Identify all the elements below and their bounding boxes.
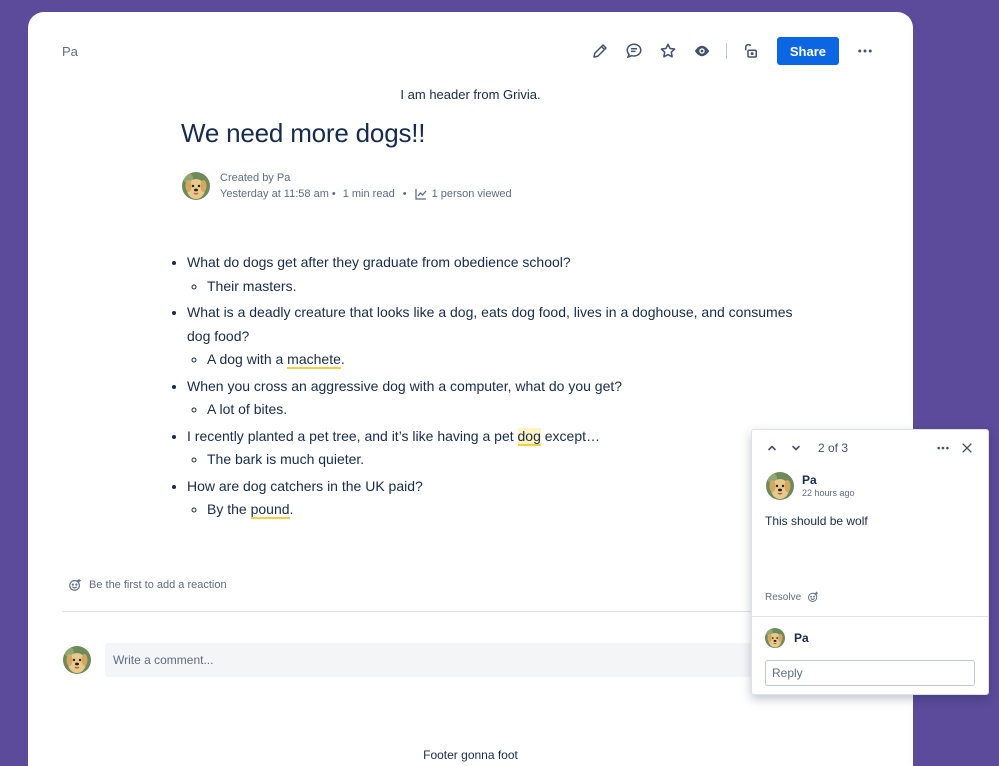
read-time: 1 min read [342, 188, 395, 200]
question-text: What is a deadly creature that looks lik… [187, 304, 793, 344]
list-item: What is a deadly creature that looks lik… [187, 301, 807, 372]
list-item: I recently planted a pet tree, and it’s … [187, 425, 807, 472]
reply-input[interactable]: Reply [765, 660, 975, 686]
reply-author-name: Pa [794, 631, 809, 645]
breadcrumb[interactable]: Pa [62, 44, 78, 59]
byline-text: Created by Pa Yesterday at 11:58 am • 1 … [220, 170, 512, 202]
separator-dot: • [402, 188, 407, 200]
reply-author: Pa [765, 628, 809, 648]
answer-text: A lot of bites. [207, 398, 807, 422]
inline-comment-panel: 2 of 3 Pa 22 hours ago This should be wo… [751, 429, 989, 695]
answer-text-part: . [340, 351, 345, 367]
comment-author-name[interactable]: Pa [802, 473, 855, 487]
answer-text: The bark is much quieter. [207, 448, 807, 472]
page-title: We need more dogs!! [181, 118, 426, 148]
more-icon[interactable] [851, 37, 879, 65]
avatar [63, 646, 91, 674]
avatar [765, 628, 785, 648]
page-byline: Created by Pa Yesterday at 11:58 am • 1 … [182, 170, 512, 202]
page-toolbar: Share [588, 37, 879, 65]
comment-input[interactable]: Write a comment... [105, 643, 805, 677]
inline-comment-highlight[interactable]: pound [250, 501, 290, 519]
comment-panel-header: 2 of 3 [752, 430, 988, 466]
byline-meta: Yesterday at 11:58 am • 1 min read • 1 p… [220, 186, 512, 202]
emoji-icon[interactable] [807, 591, 819, 603]
add-reaction-button[interactable]: Be the first to add a reaction [68, 578, 227, 592]
question-text-part: I recently planted a pet tree, and it’s … [187, 427, 518, 444]
resolve-button[interactable]: Resolve [765, 591, 819, 603]
comment-counter: 2 of 3 [818, 441, 849, 455]
question-text: When you cross an aggressive dog with a … [187, 377, 623, 394]
question-text-part: except… [540, 427, 601, 444]
answer-text: By the pound. [207, 498, 807, 522]
created-date: Yesterday at 11:58 am [220, 188, 329, 200]
page-footer-text: Footer gonna foot [423, 748, 518, 762]
list-item: How are dog catchers in the UK paid? By … [187, 475, 807, 522]
share-button[interactable]: Share [776, 37, 839, 65]
answer-text-part: By the [207, 501, 251, 517]
list-item: What do dogs get after they graduate fro… [187, 251, 807, 298]
star-icon[interactable] [656, 37, 680, 65]
chevron-up-icon[interactable] [764, 440, 780, 456]
list-item: When you cross an aggressive dog with a … [187, 375, 807, 422]
answer-text-part: . [289, 501, 294, 517]
question-text: I recently planted a pet tree, and it’s … [187, 427, 601, 446]
comment-row: Write a comment... [63, 643, 805, 677]
comment-icon[interactable] [622, 37, 646, 65]
avatar[interactable] [766, 472, 794, 500]
avatar[interactable] [182, 172, 210, 200]
emoji-icon [69, 578, 81, 591]
comment-body: This should be wolf [765, 514, 868, 528]
inline-comment-highlight-active[interactable]: dog [517, 427, 541, 446]
answer-text: Their masters. [207, 275, 807, 299]
inline-comment-highlight[interactable]: machete [287, 351, 341, 369]
separator-dot: • [331, 188, 336, 200]
more-icon[interactable] [934, 439, 952, 457]
close-icon[interactable] [958, 439, 976, 457]
reaction-prompt: Be the first to add a reaction [89, 579, 227, 591]
comment-author-text: Pa 22 hours ago [802, 473, 855, 500]
toolbar-separator [725, 43, 727, 59]
resolve-label: Resolve [765, 591, 802, 603]
answer-text-part: A dog with a [207, 351, 288, 367]
created-by: Created by Pa [220, 172, 291, 184]
joke-list: What do dogs get after they graduate fro… [167, 251, 807, 522]
restrictions-icon[interactable] [739, 37, 763, 65]
question-text: What do dogs get after they graduate fro… [187, 254, 571, 270]
chevron-down-icon[interactable] [788, 440, 804, 456]
answer-text: A dog with a machete. [207, 348, 807, 372]
chart-icon [414, 189, 427, 200]
page-header-text: I am header from Grivia. [400, 87, 541, 102]
page-content: What do dogs get after they graduate fro… [167, 251, 807, 525]
question-text: How are dog catchers in the UK paid? [187, 477, 423, 494]
divider [752, 616, 988, 617]
comment-timestamp: 22 hours ago [802, 487, 855, 498]
views-count[interactable]: 1 person viewed [432, 186, 512, 202]
edit-icon[interactable] [588, 37, 612, 65]
comment-author: Pa 22 hours ago [752, 466, 988, 500]
watch-icon[interactable] [690, 37, 714, 65]
